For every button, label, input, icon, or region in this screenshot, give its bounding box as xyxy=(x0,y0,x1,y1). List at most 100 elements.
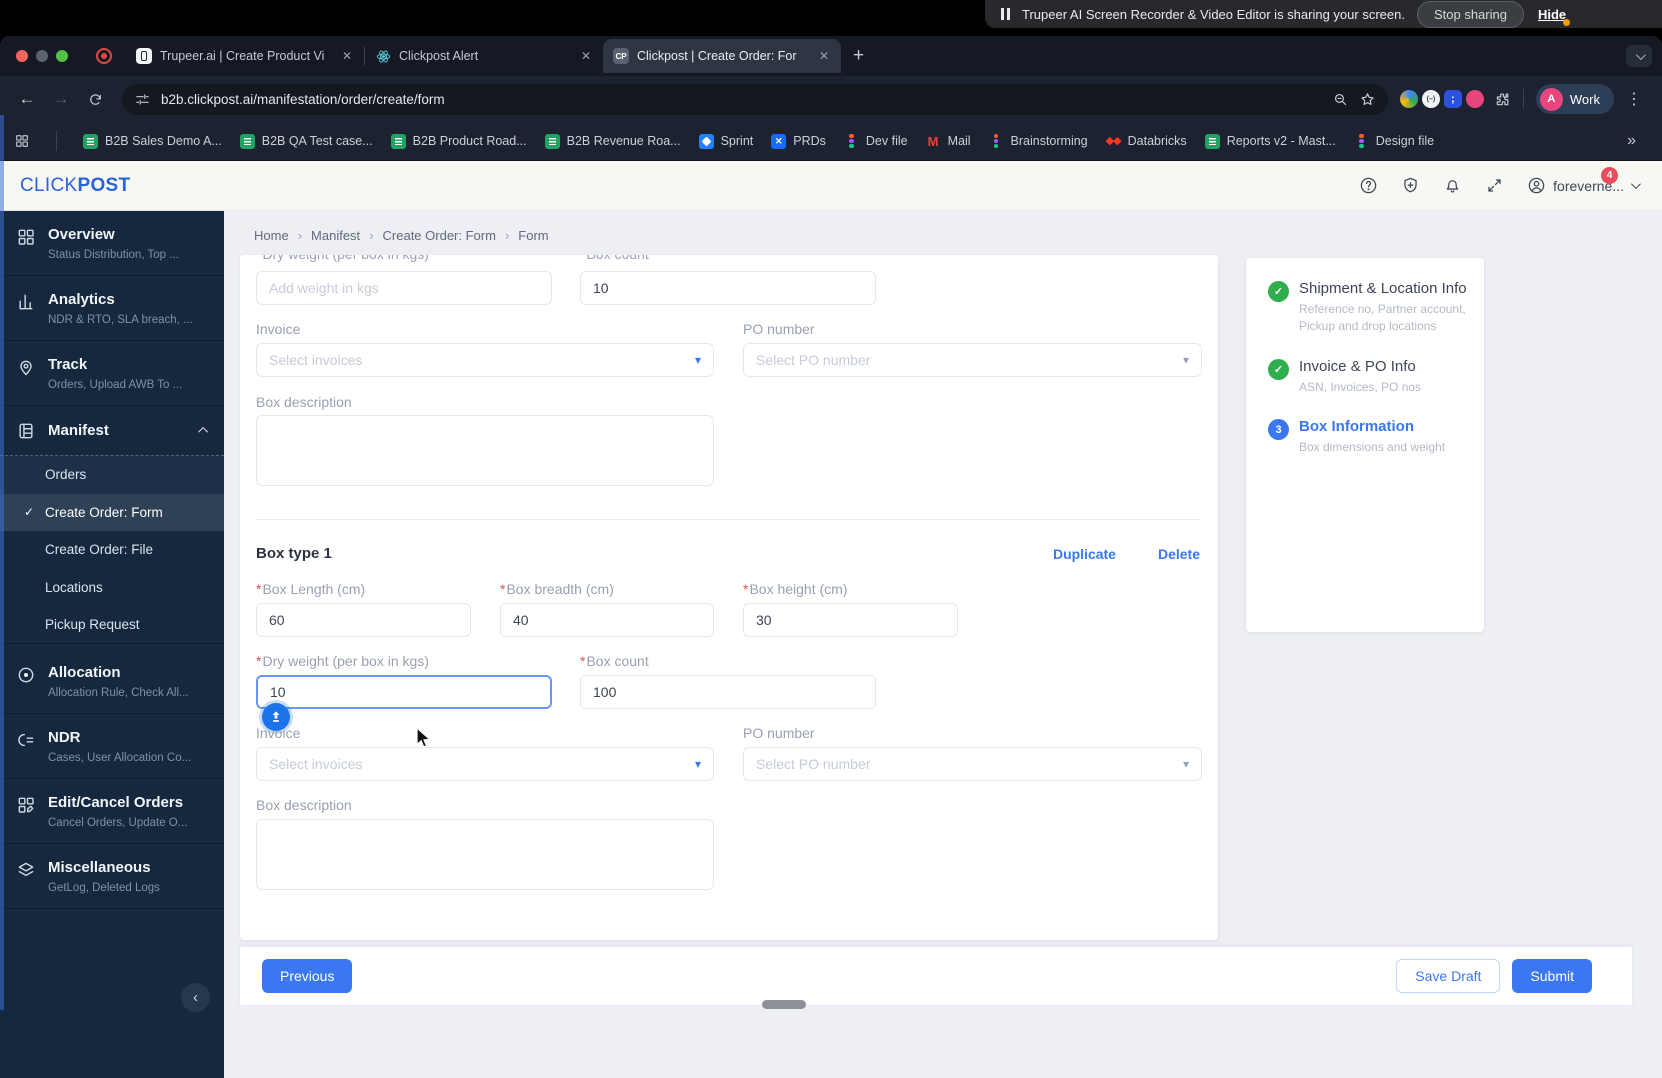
sidebar-collapse-button[interactable]: ‹ xyxy=(181,983,210,1012)
close-window-button[interactable] xyxy=(16,50,28,62)
tab-search-button[interactable] xyxy=(1626,45,1652,67)
sidebar-item-ndr[interactable]: NDR Cases, User Allocation Co... xyxy=(0,714,224,779)
label-text: Box height (cm) xyxy=(749,581,848,597)
box-description-textarea[interactable] xyxy=(256,819,714,890)
hide-banner-link[interactable]: Hide xyxy=(1538,7,1571,26)
sidebar-item-subtitle: Status Distribution, Top ... xyxy=(48,249,179,261)
required-mark: * xyxy=(256,653,262,669)
shield-icon[interactable] xyxy=(1401,176,1420,195)
bookmark-item[interactable]: Design file xyxy=(1354,133,1434,149)
sidebar-item-orders[interactable]: Orders xyxy=(0,456,224,494)
po-number-label: PO number xyxy=(743,725,815,741)
extension-icon[interactable]: (–) xyxy=(1421,90,1440,108)
sidebar-item-overview[interactable]: Overview Status Distribution, Top ... xyxy=(0,211,224,276)
extension-icon[interactable] xyxy=(1399,90,1418,108)
site-settings-icon[interactable] xyxy=(134,91,151,108)
bookmark-item[interactable]: B2B Revenue Roa... xyxy=(544,133,681,149)
bookmark-item[interactable]: Brainstorming xyxy=(989,133,1088,149)
step-box-information[interactable]: 3 Box Information Box dimensions and wei… xyxy=(1268,418,1470,456)
fullscreen-window-button[interactable] xyxy=(56,50,68,62)
bell-icon[interactable] xyxy=(1443,176,1462,195)
help-icon[interactable] xyxy=(1359,176,1378,195)
stop-sharing-button[interactable]: Stop sharing xyxy=(1416,0,1524,28)
zoom-icon[interactable] xyxy=(1332,91,1349,108)
bookmark-star-icon[interactable] xyxy=(1359,91,1376,108)
forward-button[interactable]: → xyxy=(46,84,76,114)
bookmarks-overflow-icon[interactable]: » xyxy=(1627,132,1648,150)
bookmark-item[interactable]: Dev file xyxy=(844,133,908,149)
drag-handle[interactable] xyxy=(762,1000,806,1009)
breadcrumb-manifest[interactable]: Manifest xyxy=(311,228,360,243)
bookmark-item[interactable]: M Mail xyxy=(926,134,971,149)
expand-icon[interactable] xyxy=(1485,176,1504,195)
bookmark-item[interactable]: B2B Product Road... xyxy=(390,133,527,149)
box-length-input[interactable] xyxy=(256,603,471,637)
step-invoice-po[interactable]: ✓ Invoice & PO Info ASN, Invoices, PO no… xyxy=(1268,358,1470,396)
sidebar-item-create-order-file[interactable]: Create Order: File xyxy=(0,531,224,569)
sidebar: Overview Status Distribution, Top ... Ana… xyxy=(0,211,224,1078)
box-count-input-prev[interactable] xyxy=(580,271,876,305)
apps-grid-icon[interactable] xyxy=(14,133,30,149)
back-button[interactable]: ← xyxy=(12,84,42,114)
browser-menu-icon[interactable]: ⋮ xyxy=(1618,89,1650,109)
step-title: Box Information xyxy=(1299,418,1414,436)
sidebar-item-allocation[interactable]: Allocation Allocation Rule, Check All... xyxy=(0,644,224,714)
extension-icon[interactable] xyxy=(1465,90,1484,108)
bookmark-item[interactable]: Sprint xyxy=(698,133,753,149)
close-tab-icon[interactable]: ✕ xyxy=(579,49,593,63)
bookmark-item[interactable]: B2B Sales Demo A... xyxy=(83,133,222,149)
bookmark-item[interactable]: ✕ PRDs xyxy=(771,133,826,149)
bookmark-item[interactable]: Reports v2 - Mast... xyxy=(1204,133,1336,149)
sidebar-item-edit-cancel-orders[interactable]: Edit/Cancel Orders Cancel Orders, Update … xyxy=(0,779,224,844)
sidebar-item-subtitle: Cases, User Allocation Co... xyxy=(48,751,192,764)
new-tab-button[interactable]: + xyxy=(853,45,864,67)
previous-button[interactable]: Previous xyxy=(262,959,353,993)
sidebar-item-pickup-request[interactable]: Pickup Request xyxy=(0,606,224,644)
reload-button[interactable] xyxy=(80,84,110,114)
sidebar-item-label: Overview xyxy=(48,226,115,243)
breadcrumb-home[interactable]: Home xyxy=(254,228,289,243)
window-controls[interactable] xyxy=(16,50,68,62)
sidebar-item-miscellaneous[interactable]: Miscellaneous GetLog, Deleted Logs xyxy=(0,844,224,909)
tab-clickpost-alert[interactable]: Clickpost Alert ✕ xyxy=(365,39,603,73)
box-count-input[interactable] xyxy=(580,675,876,709)
sidebar-item-manifest[interactable]: Manifest xyxy=(0,406,224,456)
box-description-textarea-prev[interactable] xyxy=(256,415,714,486)
box-height-input[interactable] xyxy=(743,603,958,637)
bookmark-item[interactable]: B2B QA Test case... xyxy=(239,133,373,149)
bookmark-label: PRDs xyxy=(793,134,826,148)
close-tab-icon[interactable]: ✕ xyxy=(340,49,354,63)
sidebar-item-locations[interactable]: Locations xyxy=(0,569,224,607)
dry-weight-input-prev[interactable] xyxy=(256,271,552,305)
invoice-select[interactable]: Select invoices ▾ xyxy=(256,747,714,781)
dry-weight-input[interactable] xyxy=(256,675,552,709)
extension-icon[interactable]: ; xyxy=(1443,90,1462,108)
account-menu[interactable]: foreverne... 4 xyxy=(1527,167,1642,195)
extensions-puzzle-icon[interactable] xyxy=(1494,91,1511,108)
duplicate-link[interactable]: Duplicate xyxy=(1053,546,1116,562)
minimize-window-button[interactable] xyxy=(36,50,48,62)
step-shipment-location[interactable]: ✓ Shipment & Location Info Reference no,… xyxy=(1268,280,1470,335)
sidebar-item-analytics[interactable]: Analytics NDR & RTO, SLA breach, ... xyxy=(0,276,224,341)
po-number-select-prev[interactable]: Select PO number ▾ xyxy=(743,343,1202,377)
trupeer-favicon xyxy=(136,48,152,64)
invoice-select-prev[interactable]: Select invoices ▾ xyxy=(256,343,714,377)
dry-weight-label: *Dry weight (per box in kgs) xyxy=(256,653,429,669)
delete-link[interactable]: Delete xyxy=(1158,546,1200,562)
sheets-icon xyxy=(390,133,406,149)
invoice-label: Invoice xyxy=(256,321,301,337)
sidebar-item-create-order-form[interactable]: ✓ Create Order: Form xyxy=(0,493,224,531)
document-icon xyxy=(19,423,33,439)
tab-clickpost-create-order[interactable]: CP Clickpost | Create Order: For ✕ xyxy=(603,39,841,73)
tab-trupeer[interactable]: Trupeer.ai | Create Product Vi ✕ xyxy=(126,39,364,73)
box-breadth-input[interactable] xyxy=(500,603,714,637)
submit-button[interactable]: Submit xyxy=(1512,959,1592,993)
po-number-select[interactable]: Select PO number ▾ xyxy=(743,747,1202,781)
save-draft-button[interactable]: Save Draft xyxy=(1396,959,1501,993)
profile-chip[interactable]: A Work xyxy=(1535,84,1614,114)
sidebar-item-track[interactable]: Track Orders, Upload AWB To ... xyxy=(0,341,224,406)
address-bar[interactable]: b2b.clickpost.ai/manifestation/order/cre… xyxy=(122,83,1388,115)
bookmark-item[interactable]: ◆◆ Databricks xyxy=(1106,134,1187,149)
breadcrumb-create-order[interactable]: Create Order: Form xyxy=(383,228,496,243)
close-tab-icon[interactable]: ✕ xyxy=(817,49,831,63)
